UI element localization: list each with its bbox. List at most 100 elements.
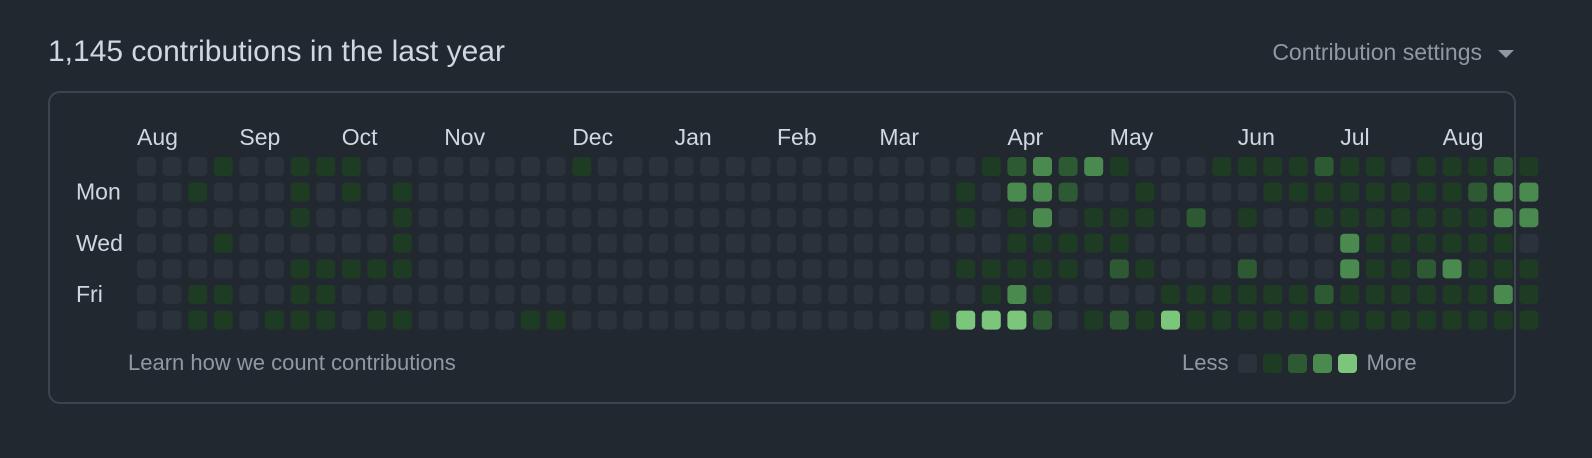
- contribution-day-cell[interactable]: [469, 157, 489, 176]
- contribution-day-cell[interactable]: [725, 208, 745, 228]
- contribution-day-cell[interactable]: [1519, 310, 1539, 330]
- contribution-day-cell[interactable]: [1161, 259, 1180, 279]
- contribution-day-cell[interactable]: [495, 310, 515, 330]
- contribution-day-cell[interactable]: [700, 182, 720, 202]
- contribution-day-cell[interactable]: [188, 208, 208, 228]
- contribution-day-cell[interactable]: [1058, 233, 1078, 253]
- contribution-day-cell[interactable]: [905, 233, 924, 253]
- contribution-day-cell[interactable]: [444, 157, 464, 176]
- contribution-day-cell[interactable]: [1109, 157, 1129, 176]
- contribution-day-cell[interactable]: [444, 259, 464, 279]
- contribution-day-cell[interactable]: [1314, 233, 1334, 253]
- contribution-day-cell[interactable]: [1109, 259, 1129, 279]
- contribution-day-cell[interactable]: [930, 233, 950, 253]
- contribution-day-cell[interactable]: [1442, 259, 1462, 279]
- contribution-day-cell[interactable]: [418, 208, 438, 228]
- contribution-day-cell[interactable]: [751, 233, 771, 253]
- contribution-day-cell[interactable]: [623, 157, 643, 176]
- contribution-day-cell[interactable]: [572, 259, 592, 279]
- contribution-day-cell[interactable]: [1417, 157, 1436, 176]
- contribution-day-cell[interactable]: [1289, 157, 1308, 176]
- contribution-day-cell[interactable]: [1058, 157, 1078, 176]
- contribution-day-cell[interactable]: [674, 259, 694, 279]
- contribution-day-cell[interactable]: [1033, 285, 1052, 304]
- contribution-day-cell[interactable]: [1263, 259, 1283, 279]
- contribution-day-cell[interactable]: [1084, 233, 1104, 253]
- contribution-day-cell[interactable]: [981, 182, 1001, 202]
- contribution-day-cell[interactable]: [1212, 233, 1232, 253]
- contribution-day-cell[interactable]: [1340, 233, 1360, 253]
- contribution-day-cell[interactable]: [418, 157, 438, 176]
- contribution-day-cell[interactable]: [1237, 259, 1257, 279]
- contribution-day-cell[interactable]: [1314, 182, 1334, 202]
- contribution-day-cell[interactable]: [1442, 233, 1462, 253]
- contribution-day-cell[interactable]: [521, 157, 540, 176]
- contribution-day-cell[interactable]: [495, 259, 515, 279]
- contribution-day-cell[interactable]: [162, 208, 182, 228]
- contribution-day-cell[interactable]: [751, 157, 771, 176]
- contribution-day-cell[interactable]: [1084, 208, 1104, 228]
- contribution-day-cell[interactable]: [981, 310, 1001, 330]
- contribution-day-cell[interactable]: [444, 233, 464, 253]
- contribution-day-cell[interactable]: [265, 310, 284, 330]
- contribution-day-cell[interactable]: [188, 310, 208, 330]
- contribution-day-cell[interactable]: [265, 208, 284, 228]
- contribution-day-cell[interactable]: [700, 157, 720, 176]
- contribution-day-cell[interactable]: [341, 208, 361, 228]
- contribution-day-cell[interactable]: [521, 182, 540, 202]
- contribution-day-cell[interactable]: [572, 157, 592, 176]
- contribution-day-cell[interactable]: [1263, 208, 1283, 228]
- contribution-day-cell[interactable]: [521, 233, 540, 253]
- contribution-day-cell[interactable]: [162, 182, 182, 202]
- contribution-day-cell[interactable]: [1263, 233, 1283, 253]
- contribution-day-cell[interactable]: [1135, 157, 1155, 176]
- contribution-day-cell[interactable]: [981, 157, 1001, 176]
- contribution-day-cell[interactable]: [393, 233, 412, 253]
- contribution-day-cell[interactable]: [623, 285, 643, 304]
- contribution-day-cell[interactable]: [1519, 259, 1539, 279]
- contribution-day-cell[interactable]: [981, 208, 1001, 228]
- contribution-day-cell[interactable]: [879, 285, 899, 304]
- contribution-day-cell[interactable]: [828, 310, 848, 330]
- contribution-day-cell[interactable]: [700, 208, 720, 228]
- contribution-day-cell[interactable]: [1186, 285, 1206, 304]
- contribution-day-cell[interactable]: [1340, 157, 1360, 176]
- contribution-day-cell[interactable]: [930, 182, 950, 202]
- contribution-day-cell[interactable]: [1519, 233, 1539, 253]
- contribution-day-cell[interactable]: [495, 182, 515, 202]
- contribution-day-cell[interactable]: [316, 310, 336, 330]
- contribution-day-cell[interactable]: [674, 208, 694, 228]
- contribution-day-cell[interactable]: [495, 208, 515, 228]
- contribution-day-cell[interactable]: [188, 233, 208, 253]
- contribution-day-cell[interactable]: [572, 233, 592, 253]
- contribution-day-cell[interactable]: [290, 259, 310, 279]
- contribution-day-cell[interactable]: [1058, 259, 1078, 279]
- contribution-day-cell[interactable]: [1058, 208, 1078, 228]
- contribution-day-cell[interactable]: [1058, 182, 1078, 202]
- contribution-day-cell[interactable]: [828, 182, 848, 202]
- contribution-day-cell[interactable]: [1058, 285, 1078, 304]
- contribution-day-cell[interactable]: [674, 157, 694, 176]
- contribution-day-cell[interactable]: [802, 285, 822, 304]
- contribution-day-cell[interactable]: [495, 157, 515, 176]
- contribution-day-cell[interactable]: [1365, 182, 1385, 202]
- contribution-day-cell[interactable]: [853, 259, 873, 279]
- contribution-day-cell[interactable]: [418, 182, 438, 202]
- contribution-day-cell[interactable]: [1314, 285, 1334, 304]
- contribution-day-cell[interactable]: [1365, 285, 1385, 304]
- contribution-day-cell[interactable]: [725, 182, 745, 202]
- contribution-day-cell[interactable]: [777, 182, 796, 202]
- contribution-day-cell[interactable]: [1033, 208, 1052, 228]
- contribution-day-cell[interactable]: [495, 233, 515, 253]
- contribution-day-cell[interactable]: [1237, 285, 1257, 304]
- contribution-day-cell[interactable]: [725, 310, 745, 330]
- contribution-day-cell[interactable]: [1263, 182, 1283, 202]
- contribution-day-cell[interactable]: [1417, 208, 1436, 228]
- contribution-day-cell[interactable]: [1084, 310, 1104, 330]
- contribution-day-cell[interactable]: [1365, 259, 1385, 279]
- contribution-day-cell[interactable]: [597, 259, 617, 279]
- contribution-day-cell[interactable]: [1109, 285, 1129, 304]
- contribution-day-cell[interactable]: [981, 259, 1001, 279]
- contribution-day-cell[interactable]: [956, 233, 976, 253]
- contribution-day-cell[interactable]: [1365, 157, 1385, 176]
